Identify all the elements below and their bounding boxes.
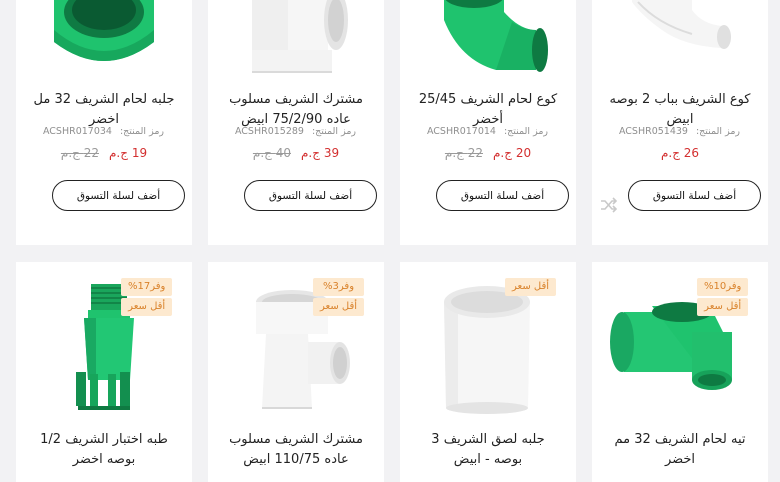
current-price: 19 ج.م [109,146,148,160]
sku-label: رمز المنتج: [695,126,740,137]
lowest-price-badge: أقل سعر [121,298,173,316]
product-title-line1[interactable]: مشترك الشريف مسلوب [216,430,376,450]
lowest-price-badge: أقل سعر [505,278,557,296]
sku-label: رمز المنتج: [119,126,164,137]
product-title-line1[interactable]: كوع لحام الشريف 25/45 [408,90,568,110]
product-title-line1[interactable]: طبه اختبار الشريف 1/2 [24,430,184,450]
product-image[interactable] [16,0,192,78]
product-card[interactable]: أقل سعر جلبه لصق الشريف 3 بوصه - ابيض [400,262,576,482]
add-to-cart-button[interactable]: أضف لسلة التسوق [244,180,377,211]
lowest-price-badge: أقل سعر [697,298,749,316]
product-title-line1[interactable]: كوع الشريف بباب 2 بوصه [600,90,760,110]
lowest-price-badge: أقل سعر [313,298,365,316]
add-to-cart-button[interactable]: أضف لسلة التسوق [52,180,185,211]
product-sku: رمز المنتج: ACSHR017034 [43,126,164,137]
product-title-line2[interactable]: عاده 110/75 ابيض [216,450,376,470]
current-price: 26 ج.م [660,146,700,160]
product-card[interactable]: وفر10% أقل سعر تيه لحام الشريف 32 مم اخض… [592,262,768,482]
badge-group: وفر10% أقل سعر [697,278,749,316]
product-card[interactable]: كوع الشريف بباب 2 بوصه ابيض رمز المنتج:A… [592,0,768,245]
badge-group: وفر3% أقل سعر [313,278,365,316]
product-price: 39 ج.م 40 ج.م [208,146,384,160]
product-title-line1[interactable]: جلبه لصق الشريف 3 [408,430,568,450]
old-price: 22 ج.م [60,146,99,160]
sku-code: ACSHR015289 [234,126,304,137]
product-price: 20 ج.م 22 ج.م [400,146,576,160]
product-price: 26 ج.م [592,146,768,160]
product-sku: رمز المنتج: ACSHR051439 [619,126,740,137]
green-pipe-elbow-icon [444,0,548,72]
badge-group: وفر17% أقل سعر [121,278,173,316]
product-title-line1[interactable]: تيه لحام الشريف 32 مم [600,430,760,450]
product-sku: رمز المنتج: ACSHR015289 [235,126,356,137]
current-price: 20 ج.م [493,146,532,160]
product-card[interactable]: مشترك الشريف مسلوب عاده 75/2/90 ابيض رمز… [208,0,384,245]
green-pipe-coupling-icon [54,0,154,61]
white-pipe-elbow-icon [632,0,731,49]
sku-label: رمز المنتج: [503,126,548,137]
product-title-line1[interactable]: جلبه لحام الشريف 32 مل [24,90,184,110]
sku-code: ACSHR017014 [426,126,496,137]
discount-badge: وفر10% [697,278,749,296]
shuffle-icon[interactable] [600,196,618,214]
old-price: 40 ج.م [252,146,291,160]
product-title-line2[interactable]: اخضر [600,450,760,470]
product-image[interactable] [208,0,384,78]
white-pipe-tee-icon [252,0,348,73]
product-title-line2[interactable]: بوصه - ابيض [408,450,568,470]
product-card[interactable]: جلبه لحام الشريف 32 مل اخضر رمز المنتج:A… [16,0,192,245]
product-title-line1[interactable]: مشترك الشريف مسلوب [216,90,376,110]
product-image[interactable] [400,0,576,78]
discount-badge: وفر3% [313,278,365,296]
product-card[interactable]: وفر3% أقل سعر مشترك الشريف مسلوب عاده 11… [208,262,384,482]
product-card[interactable]: كوع لحام الشريف 25/45 أخضر رمز المنتج:AC… [400,0,576,245]
add-to-cart-button[interactable]: أضف لسلة التسوق [628,180,761,211]
discount-badge: وفر17% [121,278,173,296]
old-price: 22 ج.م [444,146,483,160]
add-to-cart-button[interactable]: أضف لسلة التسوق [436,180,569,211]
product-card[interactable]: وفر17% أقل سعر طبه اختبار الشريف 1/2 بوص… [16,262,192,482]
sku-label: رمز المنتج: [311,126,356,137]
sku-code: ACSHR051439 [618,126,688,137]
product-image[interactable] [592,0,768,78]
sku-code: ACSHR017034 [42,126,112,137]
product-title-line2[interactable]: بوصه اخضر [24,450,184,470]
product-sku: رمز المنتج: ACSHR017014 [427,126,548,137]
product-price: 19 ج.م 22 ج.م [16,146,192,160]
badge-group: أقل سعر [505,278,557,296]
current-price: 39 ج.م [301,146,340,160]
